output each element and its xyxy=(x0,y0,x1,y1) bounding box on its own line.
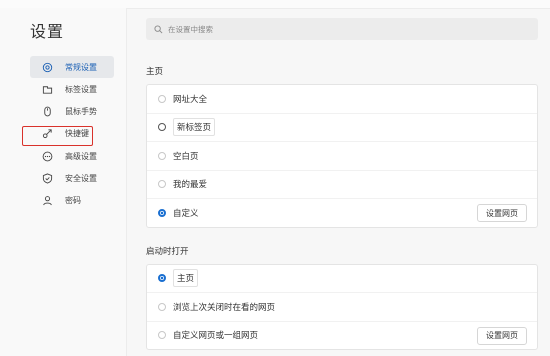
homepage-option-custom[interactable]: 自定义 设置网页 xyxy=(147,198,537,227)
search-icon xyxy=(154,24,163,33)
homepage-option-new-tab[interactable]: 新标签页 xyxy=(147,112,537,142)
homepage-option-blank[interactable]: 空白页 xyxy=(147,141,537,170)
homepage-options-card: 网址大全 新标签页 空白页 我的最爱 自定义 设置网页 xyxy=(146,84,538,228)
sidebar-item-label: 安全设置 xyxy=(65,173,97,183)
startup-option-custom-pages[interactable]: 自定义网页或一组网页 设置网页 xyxy=(147,320,537,350)
shield-icon xyxy=(40,172,54,184)
set-webpage-button[interactable]: 设置网页 xyxy=(477,326,527,345)
startup-section-title: 启动时打开 xyxy=(146,246,189,257)
user-icon xyxy=(40,195,54,207)
startup-options-card: 主页 浏览上次关闭时在看的网页 自定义网页或一组网页 设置网页 xyxy=(146,263,538,350)
startup-option-home[interactable]: 主页 xyxy=(147,265,537,293)
radio-unchecked[interactable] xyxy=(158,94,166,103)
startup-option-last-session[interactable]: 浏览上次关闭时在看的网页 xyxy=(147,292,537,321)
sidebar-item-tabs[interactable]: 标签设置 xyxy=(30,78,114,100)
tab-icon xyxy=(40,83,54,95)
sidebar-item-label: 鼠标手势 xyxy=(65,107,97,117)
option-label: 新标签页 xyxy=(173,118,216,137)
homepage-option-favorites[interactable]: 我的最爱 xyxy=(147,169,537,199)
set-webpage-button[interactable]: 设置网页 xyxy=(477,204,527,222)
mouse-gesture-icon xyxy=(40,106,54,118)
radio-unchecked[interactable] xyxy=(158,302,166,311)
search-input[interactable]: 在设置中搜索 xyxy=(146,18,538,40)
homepage-option-nav-sites[interactable]: 网址大全 xyxy=(147,85,537,113)
sidebar-item-label: 常规设置 xyxy=(65,62,97,72)
radio-unchecked[interactable] xyxy=(158,180,166,189)
option-label: 我的最爱 xyxy=(173,180,208,191)
option-label: 自定义 xyxy=(173,208,199,219)
sidebar-item-advanced[interactable]: 高级设置 xyxy=(30,145,114,167)
sidebar-item-label: 标签设置 xyxy=(65,84,97,94)
option-label: 主页 xyxy=(173,269,199,288)
sidebar-item-general[interactable]: 常规设置 xyxy=(30,56,114,78)
radio-unchecked[interactable] xyxy=(158,151,166,160)
search-placeholder: 在设置中搜索 xyxy=(168,24,213,34)
sidebar-nav: 常规设置 标签设置 鼠标手势 快捷键 高级设置 安全设置 密码 xyxy=(30,56,114,212)
radio-unchecked[interactable] xyxy=(158,331,166,340)
radio-checked[interactable] xyxy=(158,274,166,283)
page-title: 设置 xyxy=(30,22,65,41)
homepage-section-title: 主页 xyxy=(146,67,164,77)
option-label: 空白页 xyxy=(173,151,199,162)
sidebar-item-label: 高级设置 xyxy=(65,151,97,161)
sidebar-item-label: 密码 xyxy=(65,196,81,206)
sidebar-item-password[interactable]: 密码 xyxy=(30,190,114,212)
shortcut-arrow-icon xyxy=(40,128,54,140)
settings-content: 主页 网址大全 新标签页 空白页 我的最爱 自定义 设置网页 启动时打开 主页 xyxy=(146,48,538,350)
radio-checked[interactable] xyxy=(158,208,166,217)
more-dots-icon xyxy=(40,150,54,162)
radio-unchecked[interactable] xyxy=(158,123,166,132)
option-label: 自定义网页或一组网页 xyxy=(173,331,259,342)
sidebar-item-mouse-gesture[interactable]: 鼠标手势 xyxy=(30,101,114,123)
settings-gear-icon xyxy=(40,61,54,73)
sidebar-item-label: 快捷键 xyxy=(65,129,89,139)
option-label: 浏览上次关闭时在看的网页 xyxy=(173,302,276,313)
sidebar-item-shortcuts[interactable]: 快捷键 xyxy=(30,123,114,145)
option-label: 网址大全 xyxy=(173,94,208,105)
sidebar-item-security[interactable]: 安全设置 xyxy=(30,167,114,189)
